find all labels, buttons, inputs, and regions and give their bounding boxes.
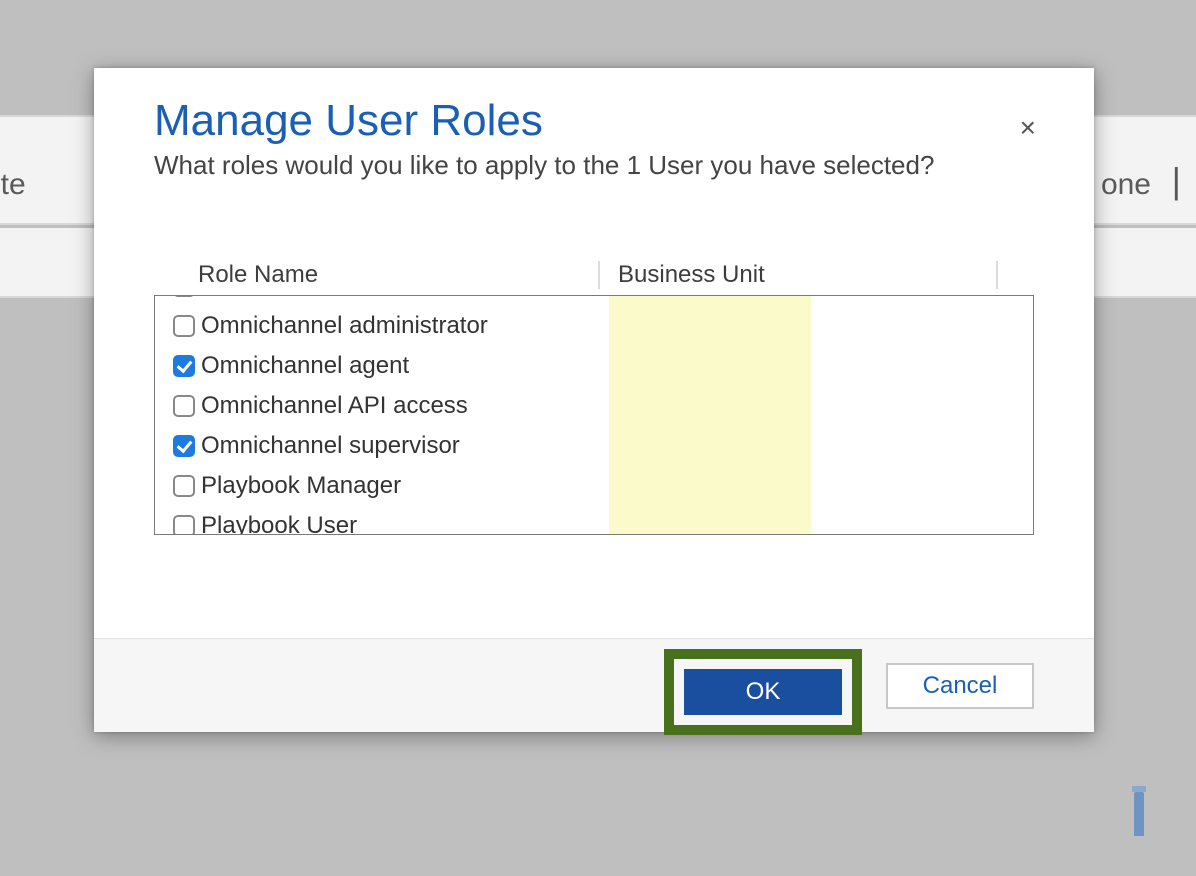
bg-right-separator: | xyxy=(1172,160,1181,202)
role-checkbox[interactable] xyxy=(173,515,195,535)
dialog-footer: OK Cancel xyxy=(94,638,1094,732)
role-label: Playbook User xyxy=(201,512,357,535)
header-separator xyxy=(598,261,600,289)
dialog-title: Manage User Roles xyxy=(154,96,1034,146)
role-row[interactable]: Omnichannel agent xyxy=(155,346,1033,386)
role-checkbox[interactable] xyxy=(173,475,195,497)
role-label: Playbook Manager xyxy=(201,472,401,500)
role-checkbox[interactable] xyxy=(173,355,195,377)
manage-user-roles-dialog: Manage User Roles What roles would you l… xyxy=(94,68,1094,732)
role-label: Omnichannel API access xyxy=(201,392,468,420)
dialog-header: Manage User Roles What roles would you l… xyxy=(94,68,1094,191)
close-button[interactable]: × xyxy=(1020,114,1036,142)
role-checkbox[interactable] xyxy=(173,395,195,417)
column-role-name[interactable]: Role Name xyxy=(198,261,598,289)
grid-header: Role Name Business Unit xyxy=(154,261,1034,295)
role-row[interactable]: Office Collaborator xyxy=(155,295,1033,306)
role-row[interactable]: Omnichannel administrator xyxy=(155,306,1033,346)
role-label: Omnichannel supervisor xyxy=(201,432,460,460)
role-checkbox[interactable] xyxy=(173,315,195,337)
grid-body[interactable]: Office Collaborator Omnichannel administr… xyxy=(154,295,1034,535)
corner-decoration xyxy=(1134,792,1144,836)
bg-left-fragment: ite xyxy=(0,168,26,202)
dialog-subtitle: What roles would you like to apply to th… xyxy=(154,150,1034,181)
role-row[interactable]: Omnichannel supervisor xyxy=(155,426,1033,466)
cancel-button[interactable]: Cancel xyxy=(886,663,1034,709)
roles-grid: Role Name Business Unit Office Collabora… xyxy=(154,261,1034,535)
role-row[interactable]: Playbook User xyxy=(155,506,1033,535)
ok-button-highlight-frame: OK xyxy=(664,649,862,735)
role-row[interactable]: Playbook Manager xyxy=(155,466,1033,506)
role-row[interactable]: Omnichannel API access xyxy=(155,386,1033,426)
header-separator xyxy=(996,261,998,289)
role-checkbox[interactable] xyxy=(173,295,195,297)
bg-right-fragment: one xyxy=(1101,168,1151,202)
column-business-unit[interactable]: Business Unit xyxy=(608,261,1034,289)
ok-button[interactable]: OK xyxy=(684,669,842,715)
role-label: Office Collaborator xyxy=(201,295,401,300)
role-checkbox[interactable] xyxy=(173,435,195,457)
close-icon: × xyxy=(1020,112,1036,143)
role-label: Omnichannel agent xyxy=(201,352,409,380)
role-label: Omnichannel administrator xyxy=(201,312,488,340)
